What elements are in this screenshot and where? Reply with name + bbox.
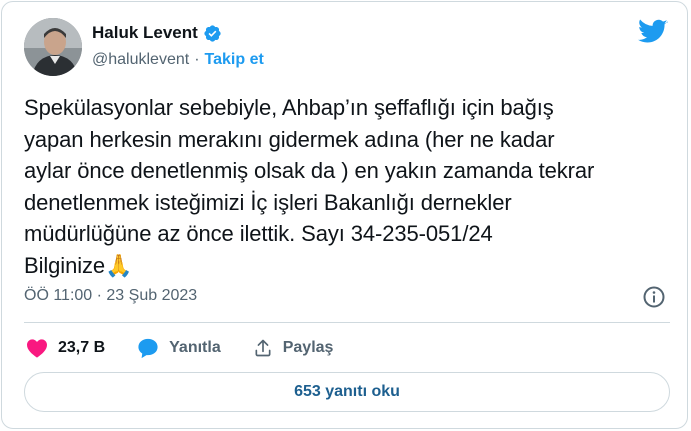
twitter-bird-icon[interactable] <box>638 19 668 45</box>
share-upload-icon <box>255 339 271 357</box>
avatar[interactable] <box>24 18 82 76</box>
tweet-text: Spekülasyonlar sebebiyle, Ahbap’ın şeffa… <box>24 92 664 281</box>
separator-dot: · <box>194 51 200 68</box>
speech-bubble-icon <box>138 338 158 358</box>
divider <box>24 322 670 323</box>
tweet-card: Haluk Levent @haluklevent · Takip et Spe… <box>1 1 688 429</box>
praying-hands-emoji: 🙏 <box>105 252 133 278</box>
like-count: 23,7 B <box>58 339 106 356</box>
action-bar: 23,7 B Yanıtla Paylaş <box>26 335 365 361</box>
read-replies-button[interactable]: 653 yanıtı oku <box>24 372 670 412</box>
share-button[interactable]: Paylaş <box>253 338 334 358</box>
handle-row: @haluklevent · Takip et <box>92 51 264 69</box>
like-button[interactable]: 23,7 B <box>26 338 105 358</box>
avatar-photo <box>24 18 82 76</box>
tweet-timestamp[interactable]: ÖÖ 11:00 · 23 Şub 2023 <box>24 287 197 305</box>
author-name[interactable]: Haluk Levent <box>92 23 198 43</box>
follow-button[interactable]: Takip et <box>205 51 264 69</box>
reply-label: Yanıtla <box>169 339 221 356</box>
author-name-row: Haluk Levent <box>92 23 222 43</box>
share-label: Paylaş <box>282 339 334 356</box>
info-icon[interactable] <box>642 285 666 309</box>
verified-badge-icon <box>203 24 222 43</box>
heart-icon <box>27 339 47 358</box>
reply-button[interactable]: Yanıtla <box>137 338 221 359</box>
author-handle[interactable]: @haluklevent <box>92 51 189 69</box>
tweet-body: Spekülasyonlar sebebiyle, Ahbap’ın şeffa… <box>24 95 595 278</box>
